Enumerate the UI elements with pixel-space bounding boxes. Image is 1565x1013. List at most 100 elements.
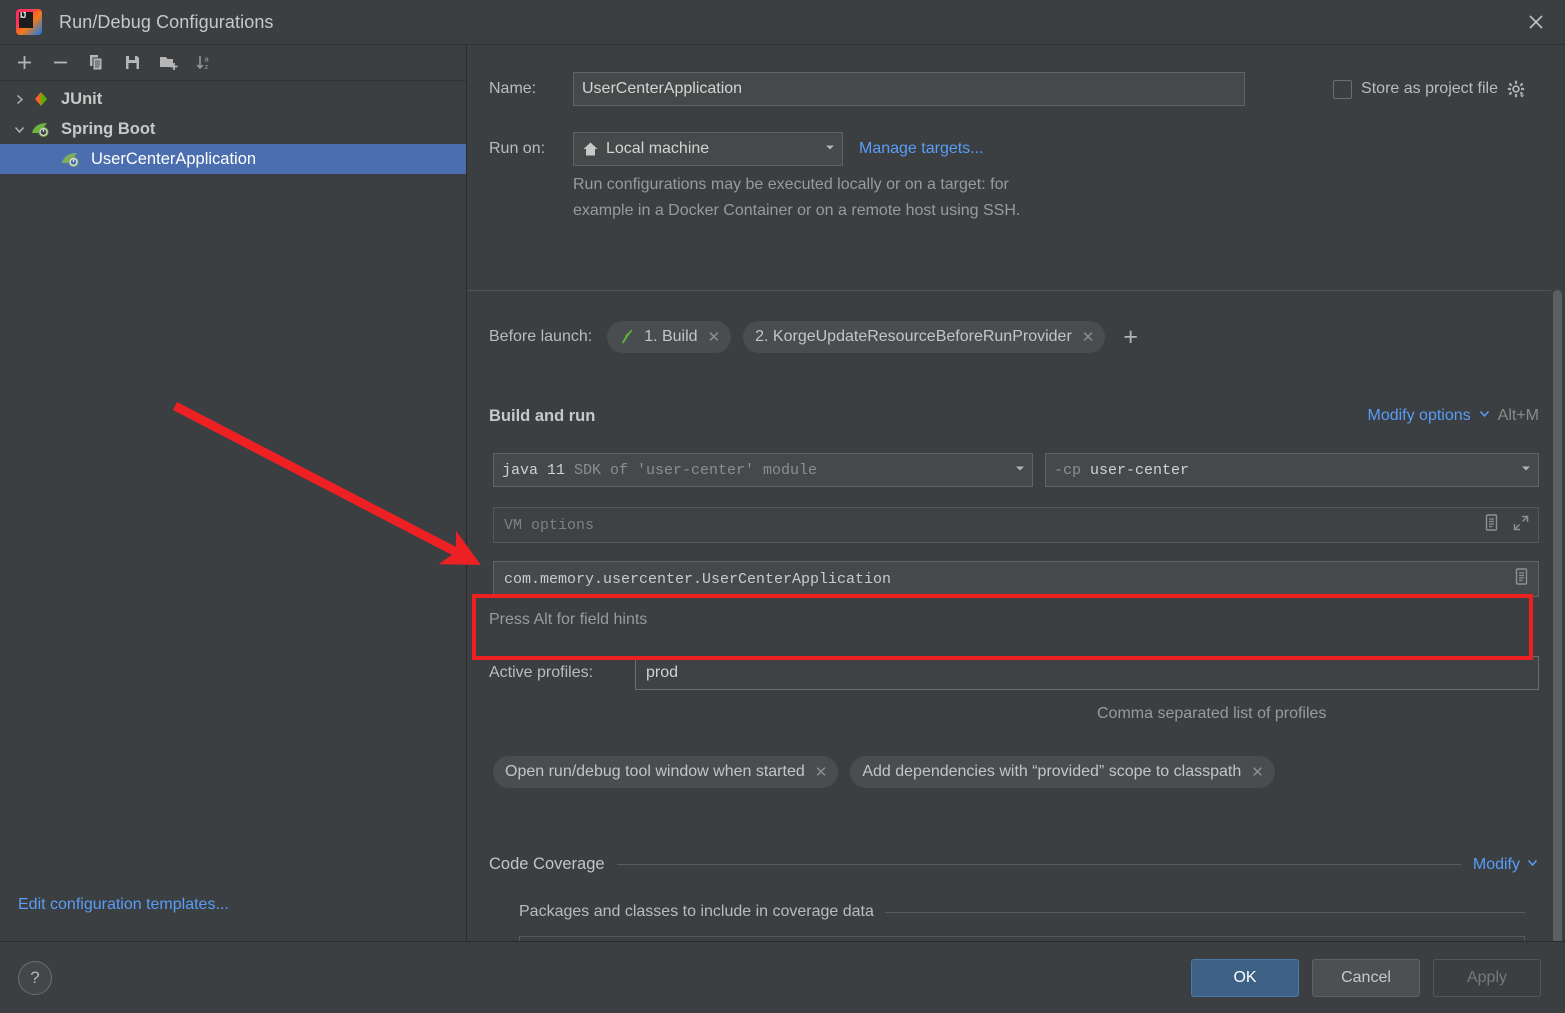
chip-add-provided-dependencies[interactable]: Add dependencies with “provided” scope t… [850, 756, 1275, 788]
close-small-icon[interactable]: ✕ [708, 330, 721, 345]
section-divider [467, 290, 1551, 291]
packages-coverage-table [519, 936, 1525, 941]
manage-targets-link[interactable]: Manage targets... [859, 140, 984, 158]
run-on-combo[interactable]: Local machine [573, 132, 843, 166]
run-on-row: Run on: Local machine Manage targets... [489, 132, 984, 166]
chip-label: 2. KorgeUpdateResourceBeforeRunProvider [755, 328, 1072, 345]
name-input[interactable]: UserCenterApplication [573, 72, 1245, 106]
sdk-value: java 11 [502, 461, 566, 479]
tree-item-usercenterapplication[interactable]: UserCenterApplication [0, 144, 466, 174]
macro-icon[interactable] [1483, 513, 1500, 537]
add-configuration-button[interactable] [8, 49, 40, 77]
main-class-input[interactable]: com.memory.usercenter.UserCenterApplicat… [493, 561, 1539, 597]
run-on-label: Run on: [489, 140, 546, 157]
classpath-module-combo[interactable]: -cp user-center [1045, 453, 1539, 487]
run-on-hint-line-1: Run configurations may be executed local… [573, 176, 1009, 193]
main-class-value: com.memory.usercenter.UserCenterApplicat… [504, 570, 892, 588]
vm-options-placeholder: VM options [504, 516, 595, 534]
help-button[interactable]: ? [18, 960, 52, 995]
classpath-module: user-center [1090, 461, 1190, 479]
copy-configuration-button[interactable] [80, 49, 112, 77]
section-divider [884, 911, 1525, 913]
macro-icon[interactable] [1513, 567, 1530, 591]
active-profiles-label: Active profiles: [489, 664, 594, 681]
packages-section-header: Packages and classes to include in cover… [519, 903, 1525, 921]
edit-configuration-templates-link[interactable]: Edit configuration templates... [18, 896, 229, 914]
hammer-icon [619, 328, 637, 346]
run-debug-configurations-dialog: Run/Debug Configurations [0, 0, 1565, 1013]
expand-icon[interactable] [1512, 514, 1530, 537]
chevron-down-icon[interactable] [1526, 856, 1539, 874]
tree-item-label: Spring Boot [61, 119, 156, 138]
remove-configuration-button[interactable] [44, 49, 76, 77]
modify-options-group: Modify options Alt+M [1367, 407, 1539, 425]
sdk-classpath-row: java 11 SDK of 'user-center' module -cp … [493, 453, 1539, 487]
close-small-icon[interactable]: ✕ [1082, 330, 1095, 345]
junit-icon [30, 89, 52, 109]
active-profiles-row: Active profiles: prod [489, 656, 1539, 690]
chevron-right-icon[interactable] [8, 93, 30, 106]
configurations-sidebar: a z JUnit Spring Boot UserCenterApplicat… [0, 45, 467, 941]
tree-item-label: JUnit [61, 89, 103, 108]
close-small-icon[interactable]: ✕ [1251, 765, 1264, 780]
tree-group-spring-boot[interactable]: Spring Boot [0, 114, 466, 144]
spring-boot-icon [30, 119, 52, 139]
close-small-icon[interactable]: ✕ [815, 765, 828, 780]
vm-options-input[interactable]: VM options [493, 507, 1539, 543]
store-as-project-file-label: Store as project file [1361, 80, 1498, 97]
add-before-launch-task-button[interactable]: + [1123, 324, 1138, 350]
chip-label: Open run/debug tool window when started [505, 763, 805, 780]
footer-buttons: OK Cancel Apply [1191, 958, 1541, 997]
sidebar-toolbar: a z [0, 45, 466, 81]
before-launch-task-korge[interactable]: 2. KorgeUpdateResourceBeforeRunProvider … [743, 321, 1106, 353]
apply-button[interactable]: Apply [1433, 958, 1541, 997]
active-profiles-input[interactable]: prod [635, 656, 1539, 690]
active-profiles-hint: Comma separated list of profiles [1097, 705, 1327, 722]
dialog-body: a z JUnit Spring Boot UserCenterApplicat… [0, 45, 1565, 942]
chevron-down-icon[interactable] [1519, 461, 1533, 480]
chip-label: 1. Build [644, 328, 698, 345]
gear-icon[interactable] [1507, 80, 1525, 98]
packages-toolbar [520, 937, 1524, 941]
scrollbar-thumb[interactable] [1553, 290, 1562, 941]
run-on-hint-line-2: example in a Docker Container or on a re… [573, 202, 1021, 219]
store-as-project-file-checkbox[interactable] [1333, 79, 1353, 99]
code-coverage-modify-group: Modify [1473, 856, 1539, 874]
dialog-footer: ? OK Cancel Apply [0, 942, 1565, 1013]
chevron-down-icon[interactable] [823, 140, 837, 159]
configurations-tree: JUnit Spring Boot UserCenterApplication [0, 81, 466, 941]
run-on-value: Local machine [606, 140, 710, 157]
modify-options-link[interactable]: Modify options [1367, 407, 1470, 425]
run-on-hint: Run configurations may be executed local… [573, 172, 1273, 224]
name-row: Name: UserCenterApplication Store as pro… [489, 72, 1541, 106]
modify-options-shortcut: Alt+M [1497, 407, 1539, 424]
window-title: Run/Debug Configurations [59, 11, 274, 32]
packages-heading: Packages and classes to include in cover… [519, 903, 874, 920]
close-icon[interactable] [1507, 0, 1565, 43]
cancel-button[interactable]: Cancel [1312, 958, 1420, 997]
chevron-down-icon[interactable] [1478, 407, 1491, 425]
tree-item-label: UserCenterApplication [91, 149, 257, 168]
vertical-scrollbar[interactable] [1551, 45, 1565, 941]
code-coverage-modify-link[interactable]: Modify [1473, 856, 1520, 874]
before-launch-label: Before launch: [489, 328, 593, 345]
chevron-down-icon[interactable] [8, 123, 30, 136]
section-divider [616, 864, 1461, 865]
title-bar: Run/Debug Configurations [0, 0, 1565, 45]
jre-sdk-combo[interactable]: java 11 SDK of 'user-center' module [493, 453, 1033, 487]
alt-field-hints-text: Press Alt for field hints [489, 611, 648, 628]
intellij-idea-logo-icon [16, 9, 42, 35]
chip-open-run-debug-tool-window[interactable]: Open run/debug tool window when started … [493, 756, 839, 788]
new-folder-icon[interactable] [152, 49, 184, 77]
code-coverage-heading: Code Coverage [489, 855, 605, 873]
configuration-editor-panel: Name: UserCenterApplication Store as pro… [467, 45, 1565, 941]
ok-button[interactable]: OK [1191, 958, 1299, 997]
chevron-down-icon[interactable] [1013, 461, 1027, 480]
tree-group-junit[interactable]: JUnit [0, 84, 466, 114]
name-label: Name: [489, 80, 537, 97]
save-configuration-button[interactable] [116, 49, 148, 77]
before-launch-task-build[interactable]: 1. Build ✕ [607, 321, 732, 353]
sort-alphabetically-icon[interactable]: a z [188, 49, 220, 77]
sdk-module-hint: SDK of 'user-center' module [574, 461, 818, 479]
home-icon [582, 141, 599, 157]
